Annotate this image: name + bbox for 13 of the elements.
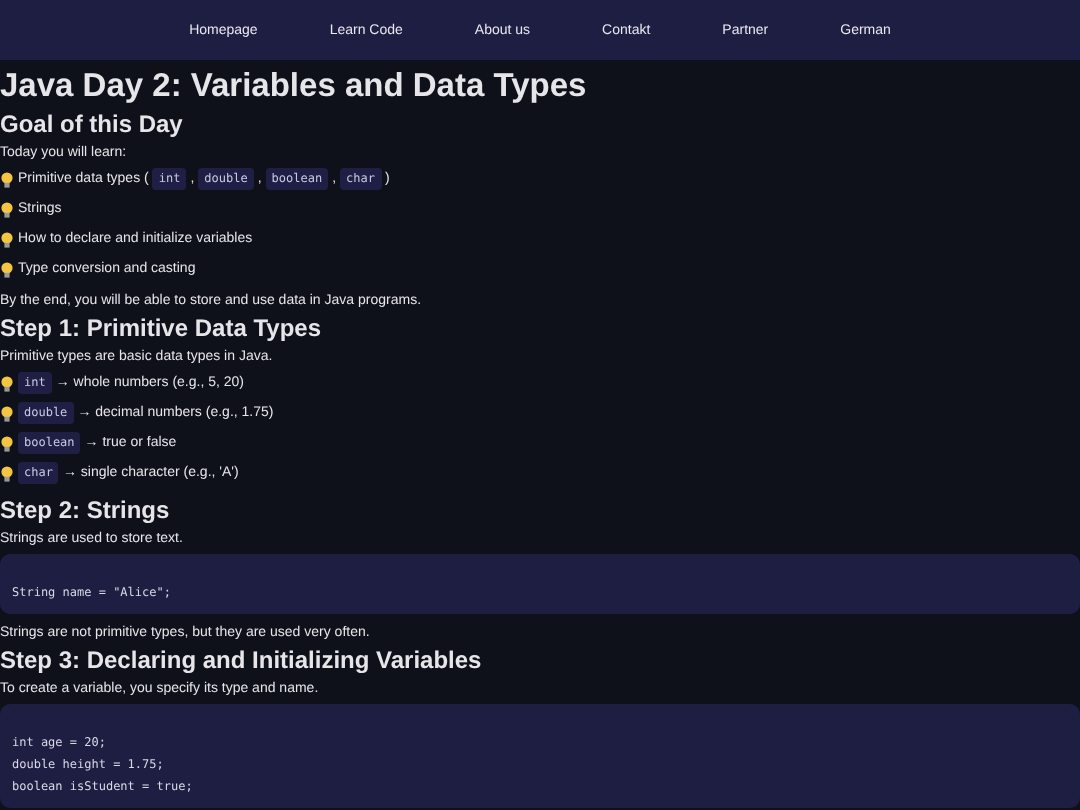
lightbulb-icon [0,435,14,451]
section-heading: Step 1: Primitive Data Types [0,312,323,346]
lightbulb-icon [0,231,14,247]
section-heading: Step 3: Declaring and Initializing Variables [0,644,484,678]
lightbulb-icon [0,171,14,187]
lightbulb-icon [0,375,14,391]
section-heading: Goal of this Day [0,108,185,142]
lightbulb-icon [0,465,14,481]
page-title: Java Day 2: Variables and Data Types [0,66,589,108]
lightbulb-icon [0,261,14,277]
section-heading: Step 2: Strings [0,494,172,528]
lightbulb-icon [0,201,14,217]
lightbulb-icon [0,405,14,421]
